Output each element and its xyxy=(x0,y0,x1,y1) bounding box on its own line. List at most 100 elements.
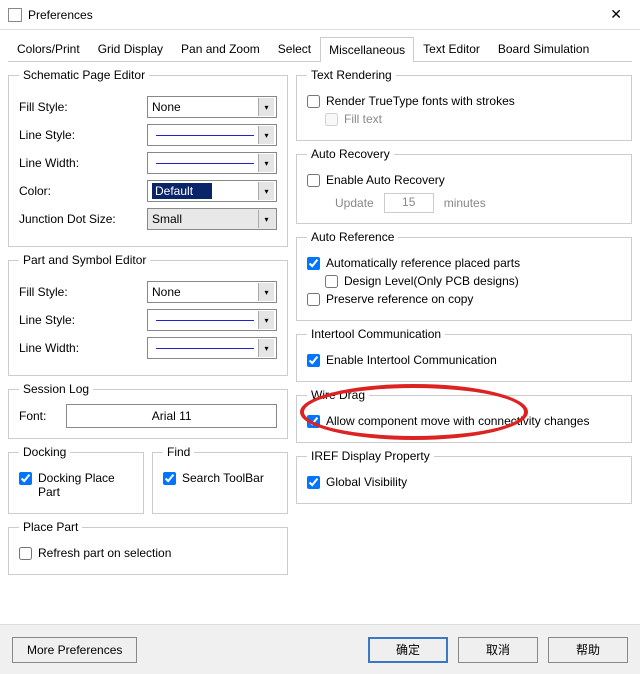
group-legend: Session Log xyxy=(19,382,93,396)
chevron-down-icon: ▾ xyxy=(258,98,274,116)
help-button[interactable]: 帮助 xyxy=(548,637,628,663)
line-width-dropdown[interactable]: ▾ xyxy=(147,152,277,174)
update-label: Update xyxy=(335,196,374,210)
right-column: Text Rendering Render TrueType fonts wit… xyxy=(296,68,632,575)
group-auto-recovery: Auto Recovery Enable Auto Recovery Updat… xyxy=(296,147,632,224)
line-style-dropdown[interactable]: ▾ xyxy=(147,124,277,146)
auto-reference-checkbox[interactable] xyxy=(307,257,320,270)
fill-text-checkbox xyxy=(325,113,338,126)
render-truetype-label: Render TrueType fonts with strokes xyxy=(326,94,515,108)
color-dropdown[interactable]: Default▾ xyxy=(147,180,277,202)
font-button[interactable]: Arial 11 xyxy=(66,404,277,428)
fill-style-dropdown[interactable]: None▾ xyxy=(147,96,277,118)
tab-colors-print[interactable]: Colors/Print xyxy=(8,36,89,61)
line-preview-icon xyxy=(156,163,254,164)
content-area: Schematic Page Editor Fill Style: None▾ … xyxy=(8,68,632,575)
group-legend: Place Part xyxy=(19,520,82,534)
group-legend: Wire Drag xyxy=(307,388,369,402)
close-icon[interactable]: ✕ xyxy=(600,6,632,23)
pse-fill-style-dropdown[interactable]: None▾ xyxy=(147,281,277,303)
enable-auto-recovery-checkbox[interactable] xyxy=(307,174,320,187)
group-part-symbol-editor: Part and Symbol Editor Fill Style: None▾… xyxy=(8,253,288,376)
group-legend: Text Rendering xyxy=(307,68,396,82)
global-visibility-label: Global Visibility xyxy=(326,475,407,489)
title-bar: Preferences ✕ xyxy=(0,0,640,30)
group-auto-reference: Auto Reference Automatically reference p… xyxy=(296,230,632,321)
chevron-down-icon: ▾ xyxy=(258,126,274,144)
line-preview-icon xyxy=(156,320,254,321)
group-legend: Schematic Page Editor xyxy=(19,68,149,82)
chevron-down-icon: ▾ xyxy=(258,311,274,329)
group-docking: Docking Docking Place Part xyxy=(8,445,144,514)
left-column: Schematic Page Editor Fill Style: None▾ … xyxy=(8,68,288,575)
allow-component-move-label: Allow component move with connectivity c… xyxy=(326,414,589,428)
fill-style-label: Fill Style: xyxy=(19,100,139,114)
tab-grid-display[interactable]: Grid Display xyxy=(89,36,172,61)
color-label: Color: xyxy=(19,184,139,198)
allow-component-move-checkbox[interactable] xyxy=(307,415,320,428)
group-iref-display: IREF Display Property Global Visibility xyxy=(296,449,632,504)
font-label: Font: xyxy=(19,409,46,423)
fill-style-label: Fill Style: xyxy=(19,285,139,299)
group-find: Find Search ToolBar xyxy=(152,445,288,514)
preserve-reference-label: Preserve reference on copy xyxy=(326,292,473,306)
enable-intertool-checkbox[interactable] xyxy=(307,354,320,367)
search-toolbar-checkbox[interactable] xyxy=(163,472,176,485)
tab-text-editor[interactable]: Text Editor xyxy=(414,36,489,61)
global-visibility-checkbox[interactable] xyxy=(307,476,320,489)
chevron-down-icon: ▾ xyxy=(258,283,274,301)
group-legend: Auto Recovery xyxy=(307,147,394,161)
design-level-label: Design Level(Only PCB designs) xyxy=(344,274,519,288)
more-preferences-button[interactable]: More Preferences xyxy=(12,637,137,663)
docking-place-part-checkbox[interactable] xyxy=(19,472,32,485)
design-level-checkbox[interactable] xyxy=(325,275,338,288)
preserve-reference-checkbox[interactable] xyxy=(307,293,320,306)
group-legend: Find xyxy=(163,445,194,459)
auto-reference-label: Automatically reference placed parts xyxy=(326,256,520,270)
docking-place-part-label: Docking Place Part xyxy=(38,471,133,499)
tab-miscellaneous[interactable]: Miscellaneous xyxy=(320,37,414,62)
refresh-part-checkbox[interactable] xyxy=(19,547,32,560)
chevron-down-icon: ▾ xyxy=(258,154,274,172)
enable-auto-recovery-label: Enable Auto Recovery xyxy=(326,173,445,187)
group-legend: IREF Display Property xyxy=(307,449,434,463)
group-text-rendering: Text Rendering Render TrueType fonts wit… xyxy=(296,68,632,141)
tab-strip: Colors/Print Grid Display Pan and Zoom S… xyxy=(8,36,632,62)
group-wire-drag: Wire Drag Allow component move with conn… xyxy=(296,388,632,443)
chevron-down-icon: ▾ xyxy=(258,182,274,200)
junction-dot-dropdown[interactable]: Small▾ xyxy=(147,208,277,230)
fill-text-label: Fill text xyxy=(344,112,382,126)
pse-line-width-dropdown[interactable]: ▾ xyxy=(147,337,277,359)
minutes-label: minutes xyxy=(444,196,486,210)
group-legend: Part and Symbol Editor xyxy=(19,253,150,267)
tab-board-simulation[interactable]: Board Simulation xyxy=(489,36,598,61)
line-width-label: Line Width: xyxy=(19,156,139,170)
dialog-body: Colors/Print Grid Display Pan and Zoom S… xyxy=(0,30,640,624)
render-truetype-checkbox[interactable] xyxy=(307,95,320,108)
group-legend: Auto Reference xyxy=(307,230,398,244)
group-session-log: Session Log Font: Arial 11 xyxy=(8,382,288,439)
window-title: Preferences xyxy=(28,8,600,22)
ok-button[interactable]: 确定 xyxy=(368,637,448,663)
chevron-down-icon: ▾ xyxy=(258,339,274,357)
line-width-label: Line Width: xyxy=(19,341,139,355)
enable-intertool-label: Enable Intertool Communication xyxy=(326,353,497,367)
line-preview-icon xyxy=(156,348,254,349)
junction-dot-label: Junction Dot Size: xyxy=(19,212,139,226)
group-legend: Docking xyxy=(19,445,70,459)
line-style-label: Line Style: xyxy=(19,313,139,327)
chevron-down-icon: ▾ xyxy=(258,210,274,228)
line-preview-icon xyxy=(156,135,254,136)
pse-line-style-dropdown[interactable]: ▾ xyxy=(147,309,277,331)
line-style-label: Line Style: xyxy=(19,128,139,142)
app-icon xyxy=(8,8,22,22)
group-schematic-page-editor: Schematic Page Editor Fill Style: None▾ … xyxy=(8,68,288,247)
cancel-button[interactable]: 取消 xyxy=(458,637,538,663)
group-place-part: Place Part Refresh part on selection xyxy=(8,520,288,575)
update-interval-input[interactable]: 15 xyxy=(384,193,434,213)
group-legend: Intertool Communication xyxy=(307,327,445,341)
refresh-part-label: Refresh part on selection xyxy=(38,546,171,560)
tab-pan-and-zoom[interactable]: Pan and Zoom xyxy=(172,36,269,61)
tab-select[interactable]: Select xyxy=(269,36,320,61)
group-intertool-communication: Intertool Communication Enable Intertool… xyxy=(296,327,632,382)
